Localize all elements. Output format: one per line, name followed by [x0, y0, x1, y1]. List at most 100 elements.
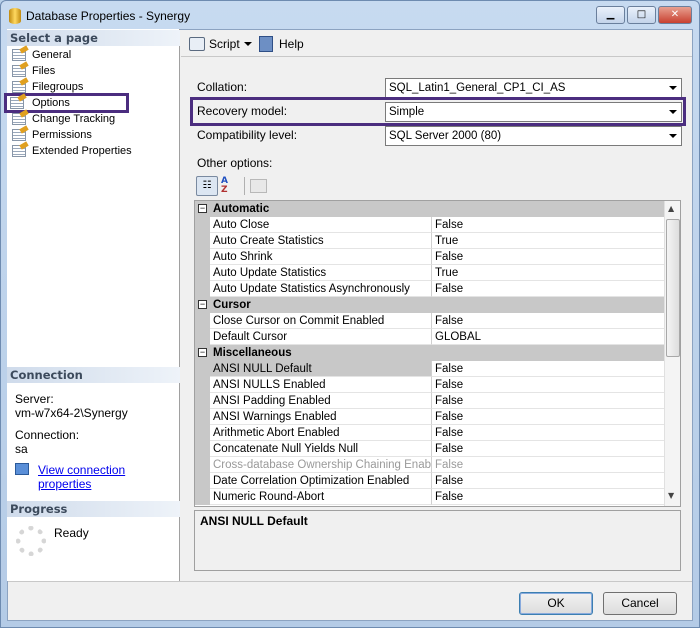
property-value[interactable]: False — [431, 409, 664, 425]
recovery-model-select[interactable]: Simple — [385, 102, 682, 122]
property-row[interactable]: Auto Update Statistics Asynchronously Fal… — [195, 281, 664, 297]
description-panel: ANSI NULL Default — [194, 510, 681, 571]
property-value[interactable]: True — [431, 265, 664, 281]
minimize-button[interactable]: ▁ — [596, 6, 625, 24]
sidebar-item-extended-properties[interactable]: Extended Properties — [10, 143, 132, 159]
property-row[interactable]: Concatenate Null Yields Null False — [195, 441, 664, 457]
chevron-down-icon — [669, 110, 677, 114]
script-dropdown-icon[interactable] — [244, 42, 252, 46]
sidebar-item-label: Extended Properties — [32, 145, 132, 157]
page-icon — [12, 65, 26, 77]
row-margin — [195, 249, 210, 265]
cancel-button[interactable]: Cancel — [603, 592, 677, 615]
property-row[interactable]: ANSI NULLS Enabled False — [195, 377, 664, 393]
property-value[interactable]: False — [431, 249, 664, 265]
property-row[interactable]: Cross-database Ownership Chaining Enable… — [195, 457, 664, 473]
ok-button[interactable]: OK — [519, 592, 593, 615]
row-margin — [195, 489, 210, 505]
property-name: Default Cursor — [210, 329, 431, 345]
property-value[interactable]: GLOBAL — [431, 329, 664, 345]
property-name: Arithmetic Abort Enabled — [210, 425, 431, 441]
property-value[interactable]: False — [431, 313, 664, 329]
property-value[interactable]: False — [431, 393, 664, 409]
property-value[interactable]: True — [431, 233, 664, 249]
property-value[interactable]: False — [431, 377, 664, 393]
property-row[interactable]: ANSI NULL Default False — [195, 361, 664, 377]
sidebar-item-label: Permissions — [32, 129, 92, 141]
category-miscellaneous[interactable]: − Miscellaneous — [195, 345, 664, 361]
property-value[interactable]: False — [431, 425, 664, 441]
property-value[interactable]: False — [431, 489, 664, 505]
property-name: Concatenate Null Yields Null — [210, 441, 431, 457]
scroll-down-icon[interactable]: ▼ — [668, 491, 674, 500]
row-margin — [195, 281, 210, 297]
collation-label: Collation: — [197, 80, 248, 94]
sidebar-item-files[interactable]: Files — [10, 63, 55, 79]
property-name: Auto Update Statistics — [210, 265, 431, 281]
view-connection-properties-link[interactable]: View connection properties — [38, 463, 179, 491]
property-name: Auto Close — [210, 217, 431, 233]
compatibility-level-select[interactable]: SQL Server 2000 (80) — [385, 126, 682, 146]
recovery-model-value: Simple — [389, 106, 425, 118]
page-icon — [12, 113, 26, 125]
collation-select[interactable]: SQL_Latin1_General_CP1_CI_AS — [385, 78, 682, 98]
connection-value: sa — [15, 442, 28, 456]
property-value[interactable]: False — [431, 281, 664, 297]
property-row[interactable]: Auto Create Statistics True — [195, 233, 664, 249]
category-cursor[interactable]: − Cursor — [195, 297, 664, 313]
property-value[interactable]: False — [431, 441, 664, 457]
property-row[interactable]: Close Cursor on Commit Enabled False — [195, 313, 664, 329]
property-row[interactable]: ANSI Warnings Enabled False — [195, 409, 664, 425]
script-button[interactable]: Script — [209, 37, 240, 51]
property-name: Auto Shrink — [210, 249, 431, 265]
toolbar-divider — [244, 177, 245, 195]
category-label: Automatic — [213, 203, 270, 215]
connection-label: Connection: — [15, 428, 80, 442]
property-name: Close Cursor on Commit Enabled — [210, 313, 431, 329]
sidebar-item-label: Options — [32, 97, 70, 109]
property-name: Numeric Round-Abort — [210, 489, 431, 505]
sidebar-item-label: Change Tracking — [32, 113, 116, 125]
property-row[interactable]: Numeric Round-Abort False — [195, 489, 664, 505]
property-name: ANSI Warnings Enabled — [210, 409, 431, 425]
connection-properties-icon — [15, 463, 29, 475]
scroll-up-icon[interactable]: ▲ — [668, 204, 674, 213]
property-row[interactable]: Auto Update Statistics True — [195, 265, 664, 281]
page-icon — [12, 81, 26, 93]
scrollbar-thumb[interactable] — [666, 219, 680, 357]
help-button[interactable]: Help — [279, 37, 304, 51]
row-margin — [195, 425, 210, 441]
property-row[interactable]: Arithmetic Abort Enabled False — [195, 425, 664, 441]
property-row[interactable]: Auto Shrink False — [195, 249, 664, 265]
property-row[interactable]: Auto Close False — [195, 217, 664, 233]
progress-spinner-icon — [16, 526, 46, 556]
close-button[interactable]: ✕ — [658, 6, 692, 24]
property-row[interactable]: Default Cursor GLOBAL — [195, 329, 664, 345]
sort-alphabetical-icon[interactable]: AZ — [221, 177, 239, 195]
page-icon — [12, 129, 26, 141]
sidebar-item-permissions[interactable]: Permissions — [10, 127, 92, 143]
property-name: ANSI NULLS Enabled — [210, 377, 431, 393]
compatibility-level-value: SQL Server 2000 (80) — [389, 130, 502, 142]
chevron-down-icon — [669, 86, 677, 90]
script-icon — [189, 37, 205, 51]
sidebar-item-general[interactable]: General — [10, 47, 71, 63]
property-row[interactable]: ANSI Padding Enabled False — [195, 393, 664, 409]
property-value[interactable]: False — [431, 361, 664, 377]
chevron-down-icon — [669, 134, 677, 138]
collapse-icon[interactable]: − — [198, 300, 207, 309]
collapse-icon[interactable]: − — [198, 348, 207, 357]
row-margin — [195, 265, 210, 281]
property-row[interactable]: Date Correlation Optimization Enabled Fal… — [195, 473, 664, 489]
row-margin — [195, 393, 210, 409]
category-automatic[interactable]: − Automatic — [195, 201, 664, 217]
row-margin — [195, 377, 210, 393]
property-value[interactable]: False — [431, 473, 664, 489]
property-value[interactable]: False — [431, 217, 664, 233]
categorized-view-icon[interactable]: ☷ — [196, 176, 218, 196]
property-value[interactable]: False — [431, 457, 664, 473]
page-icon — [12, 145, 26, 157]
collapse-icon[interactable]: − — [198, 204, 207, 213]
grid-scrollbar[interactable]: ▲ ▼ — [664, 201, 680, 506]
maximize-button[interactable]: □ — [627, 6, 656, 24]
